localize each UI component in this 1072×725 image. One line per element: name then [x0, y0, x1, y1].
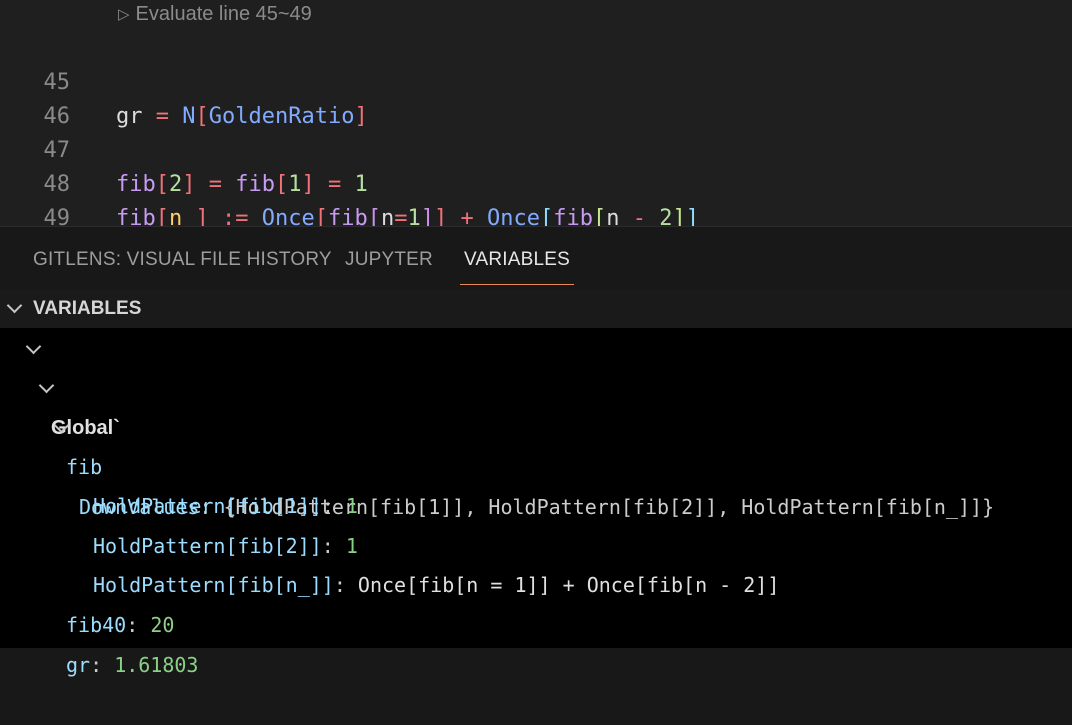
- section-title: VARIABLES: [33, 298, 142, 319]
- tree-item-downvalues[interactable]: DownValues: {HoldPattern[fib[1]], HoldPa…: [0, 407, 994, 519]
- variable-name: fib: [66, 455, 103, 479]
- tree-item-downvalue-1[interactable]: HoldPattern[fib[1]]: 1: [0, 446, 358, 518]
- variable-value: 1: [345, 534, 358, 558]
- chevron-down-icon[interactable]: [6, 297, 23, 314]
- variable-value: 20: [150, 613, 175, 637]
- tree-item-downvalue-2[interactable]: HoldPattern[fib[2]]: 1: [0, 486, 358, 558]
- variable-value: Once[fib[n = 1]] + Once[fib[n - 2]]: [357, 573, 780, 597]
- code-text: fib[2] = fib[1] = 1: [116, 172, 368, 197]
- variable-value: 1.61803: [114, 653, 199, 677]
- variable-value: 1: [345, 494, 358, 518]
- panel-tab-bar: GITLENS: VISUAL FILE HISTORY JUPYTER VAR…: [0, 227, 1072, 289]
- code-editor[interactable]: ▷ Evaluate line 45~49 45 gr = N[GoldenRat…: [0, 0, 1072, 265]
- variables-section-header[interactable]: VARIABLES: [0, 289, 1072, 328]
- variable-name: HoldPattern[fib[2]]: [93, 534, 322, 558]
- tree-item-fib[interactable]: fib: [0, 367, 102, 479]
- chevron-down-icon[interactable]: [25, 338, 42, 355]
- variable-name: HoldPattern[fib[n_]]: [93, 573, 334, 597]
- codelens-evaluate[interactable]: ▷ Evaluate line 45~49: [118, 3, 312, 26]
- play-icon: ▷: [118, 6, 130, 23]
- code-line-45[interactable]: 45 gr = N[GoldenRatio]: [0, 32, 368, 129]
- code-line-47[interactable]: 47 fib[2] = fib[1] = 1: [0, 100, 368, 197]
- tab-jupyter[interactable]: JUPYTER: [345, 227, 433, 289]
- variable-name: HoldPattern[fib[1]]: [93, 494, 322, 518]
- tree-item-global-scope[interactable]: Global`: [0, 328, 120, 439]
- chevron-down-icon[interactable]: [38, 377, 55, 394]
- variable-name: gr: [66, 653, 91, 677]
- code-line-46[interactable]: 46: [0, 66, 71, 129]
- code-text: gr = N[GoldenRatio]: [116, 104, 368, 129]
- tab-gitlens-visual-file-history[interactable]: GITLENS: VISUAL FILE HISTORY: [33, 227, 332, 289]
- tree-item-downvalue-3[interactable]: HoldPattern[fib[n_]]: Once[fib[n = 1]] +…: [0, 525, 779, 597]
- code-line-49[interactable]: 49 fib40 = fib[40]: [0, 168, 315, 265]
- tree-item-gr[interactable]: gr: 1.61803: [0, 605, 198, 677]
- tree-item-fib40[interactable]: fib40: 20: [0, 565, 174, 637]
- code-line-48[interactable]: 48 fib[n_] := Once[fib[n=1]] + Once[fib[…: [0, 134, 699, 231]
- codelens-label: Evaluate line 45~49: [135, 3, 312, 25]
- variables-panel: VARIABLES Global` fib DownValues: {HoldP…: [0, 289, 1072, 677]
- variable-name: fib40: [66, 613, 127, 637]
- tab-variables[interactable]: VARIABLES: [460, 227, 574, 289]
